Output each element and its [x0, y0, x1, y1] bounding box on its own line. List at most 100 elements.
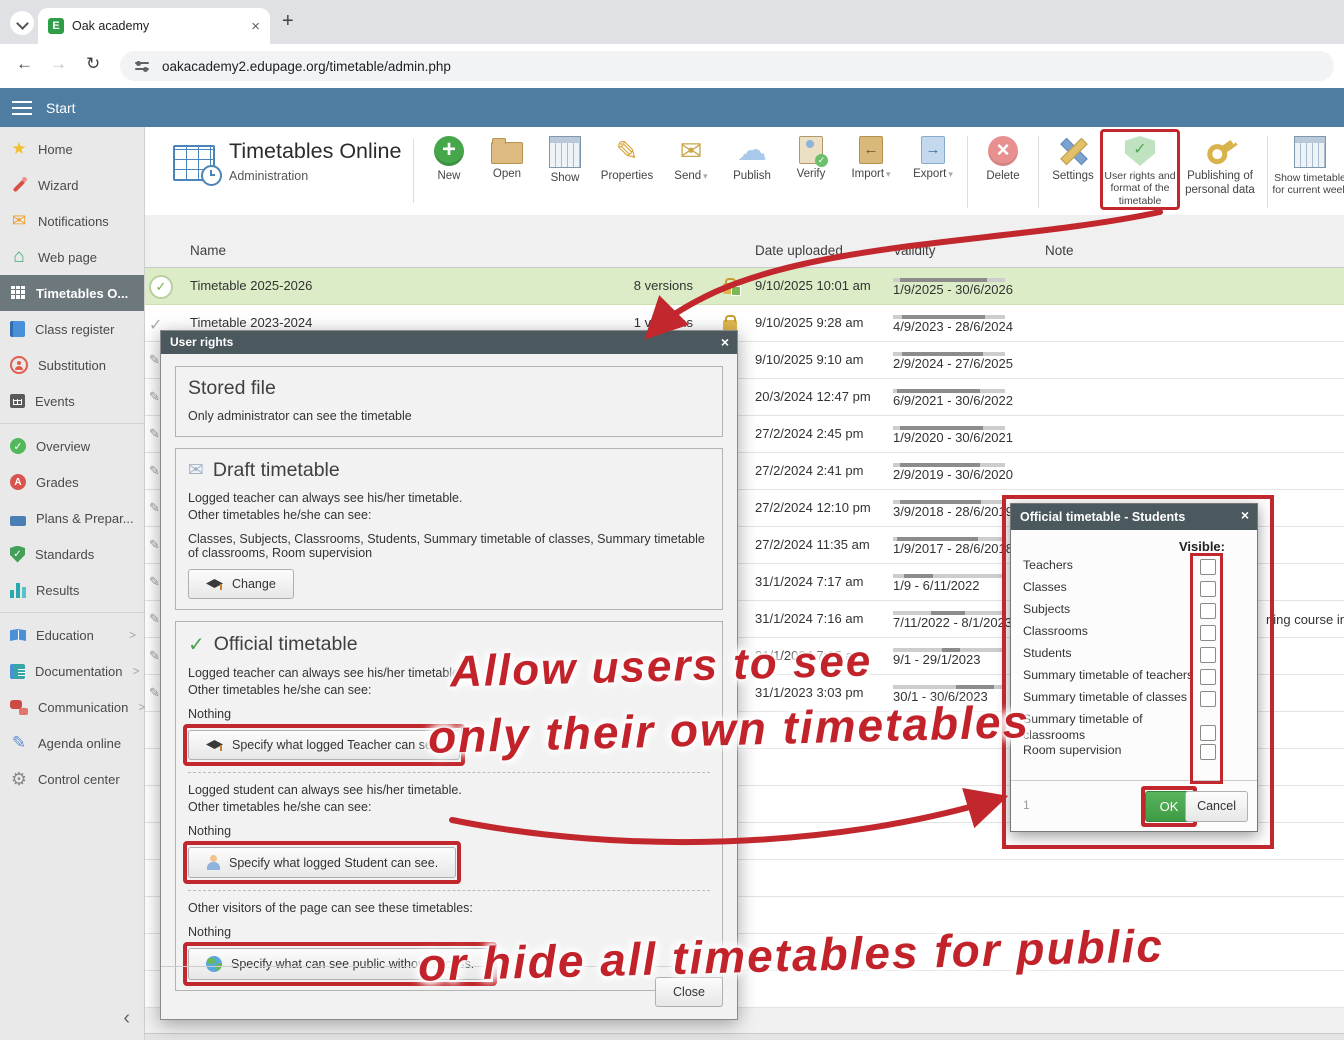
back-icon[interactable]: ← [16, 54, 33, 74]
toolbar-send[interactable]: Send▾ [660, 132, 722, 184]
date-uploaded: 31/1/2024 7:16 am [755, 611, 863, 626]
change-button[interactable]: Change [188, 569, 294, 599]
sidebar-item-label: Home [38, 142, 73, 157]
table-row[interactable]: Timetable 2025-20268 versions9/10/2025 1… [145, 268, 1344, 305]
close-icon[interactable]: × [721, 334, 729, 350]
toolbar-import[interactable]: Import▾ [840, 132, 902, 182]
docs-icon [10, 664, 25, 679]
sidebar-item-web-page[interactable]: Web page [0, 239, 144, 275]
validity-range: 1/9 - 6/11/2022 [893, 578, 980, 593]
sidebar-item-results[interactable]: Results [0, 572, 144, 608]
date-uploaded: 9/10/2025 9:10 am [755, 352, 863, 367]
column-date-uploaded: Date uploaded [755, 243, 843, 258]
settings-icon [1058, 136, 1088, 166]
sidebar-item-wizard[interactable]: Wizard [0, 167, 144, 203]
toolbar-publish[interactable]: Publish [722, 132, 782, 184]
tab-title: Oak academy [72, 19, 245, 33]
column-validity: Validity [893, 243, 936, 258]
hamburger-icon[interactable] [12, 107, 32, 109]
sidebar-item-documentation[interactable]: Documentation> [0, 653, 144, 689]
tune-icon[interactable] [134, 58, 150, 74]
validity-range: 30/1 - 30/6/2023 [893, 689, 988, 704]
date-uploaded: 31/1/2023 3:03 pm [755, 685, 863, 700]
toolbar-publishing-of-personal-data[interactable]: Publishing of personal data [1176, 132, 1264, 197]
sidebar-item-notifications[interactable]: Notifications [0, 203, 144, 239]
briefcase-icon [10, 516, 26, 526]
export-icon [921, 136, 945, 164]
divider [1038, 136, 1039, 208]
shield-icon [10, 546, 25, 563]
toolbar-user-rights-and-format-of-the-timetable[interactable]: User rights and format of the timetable [1104, 132, 1176, 207]
browser-tab[interactable]: E Oak academy × [38, 8, 270, 44]
validity-range: 2/9/2024 - 27/6/2025 [893, 356, 1013, 371]
padlock-icon [723, 283, 737, 294]
dialog-title: User rights [170, 335, 233, 349]
sidebar-item-agenda-online[interactable]: Agenda online [0, 725, 144, 761]
validity-range: 3/9/2018 - 28/6/2019 [893, 504, 1013, 519]
sidebar-item-substitution[interactable]: Substitution [0, 347, 144, 383]
toolbar-show-timetable-for-current-week[interactable]: Show timetable for current week [1271, 132, 1344, 197]
forward-icon[interactable]: → [50, 54, 67, 74]
home-icon [10, 248, 28, 266]
toolbar-delete[interactable]: Delete [971, 132, 1035, 184]
sidebar-item-plans-prepar[interactable]: Plans & Prepar... [0, 500, 144, 536]
draft-heading: Draft timetable [213, 459, 340, 482]
rights-icon [1125, 136, 1155, 166]
start-menu-label[interactable]: Start [46, 100, 76, 116]
timetable-name: Timetable 2025-2026 [190, 278, 312, 293]
official-heading: Official timetable [214, 633, 358, 656]
results-icon [10, 583, 26, 598]
props-icon [612, 136, 642, 166]
toolbar-export[interactable]: Export▾ [902, 132, 964, 182]
sidebar-item-timetables-o[interactable]: Timetables O... [0, 275, 144, 311]
toolbar-new[interactable]: New [420, 132, 478, 184]
public-value: Nothing [188, 925, 710, 939]
date-uploaded: 27/2/2024 12:10 pm [755, 500, 871, 515]
sidebar-item-class-register[interactable]: Class register [0, 311, 144, 347]
specify-teacher-button[interactable]: Specify what logged Teacher can see. [188, 730, 460, 760]
close-button[interactable]: Close [655, 977, 723, 1007]
teacher-value: Nothing [188, 707, 710, 721]
versions-count: 1 versions [575, 315, 693, 330]
draft-timetable-section: Draft timetable Logged teacher can alway… [175, 448, 723, 610]
toolbar-verify[interactable]: Verify [782, 132, 840, 182]
chevron-right-icon: > [129, 628, 144, 642]
sidebar-item-label: Plans & Prepar... [36, 511, 134, 526]
divider [145, 1033, 1344, 1040]
sidebar-item-grades[interactable]: Grades [0, 464, 144, 500]
teacher-line2: Other timetables he/she can see: [188, 683, 710, 697]
sidebar-item-control-center[interactable]: Control center [0, 761, 144, 797]
specify-student-button[interactable]: Specify what logged Student can see. [188, 847, 456, 878]
sidebar-item-label: Agenda online [38, 736, 121, 751]
draft-line2: Other timetables he/she can see: [188, 508, 710, 522]
column-note: Note [1045, 243, 1074, 258]
sidebar-item-education[interactable]: Education> [0, 617, 144, 653]
table-icon [1294, 136, 1326, 168]
person-icon [10, 356, 28, 374]
page-subtitle: Administration [229, 169, 308, 183]
toolbar-button-label: Show [551, 172, 580, 186]
send-icon [676, 136, 706, 166]
sidebar-item-communication[interactable]: Communication> [0, 689, 144, 725]
pencil-icon [149, 574, 160, 590]
reload-icon[interactable]: ↻ [86, 54, 100, 74]
sidebar-item-home[interactable]: Home [0, 131, 144, 167]
sidebar-item-standards[interactable]: Standards [0, 536, 144, 572]
table-icon [549, 136, 581, 168]
toolbar-open[interactable]: Open [478, 132, 536, 182]
divider [188, 890, 710, 891]
toolbar-button-label: Verify [797, 168, 826, 182]
sidebar-item-events[interactable]: Events [0, 383, 144, 419]
divider [1267, 136, 1268, 208]
tab-search-chevron-icon[interactable] [10, 11, 34, 35]
toolbar-settings[interactable]: Settings [1042, 132, 1104, 184]
tab-close-icon[interactable]: × [251, 18, 260, 35]
sidebar-collapse-icon[interactable]: ‹ [123, 1007, 130, 1030]
toolbar-properties[interactable]: Properties [594, 132, 660, 184]
sidebar-item-overview[interactable]: Overview [0, 428, 144, 464]
new-tab-button[interactable]: + [282, 10, 294, 33]
dialog-title-bar[interactable]: User rights × [161, 331, 737, 354]
toolbar-button-label: Publishing of personal data [1176, 170, 1264, 197]
address-bar[interactable]: oakacademy2.edupage.org/timetable/admin.… [120, 51, 1334, 81]
toolbar-show[interactable]: Show [536, 132, 594, 186]
